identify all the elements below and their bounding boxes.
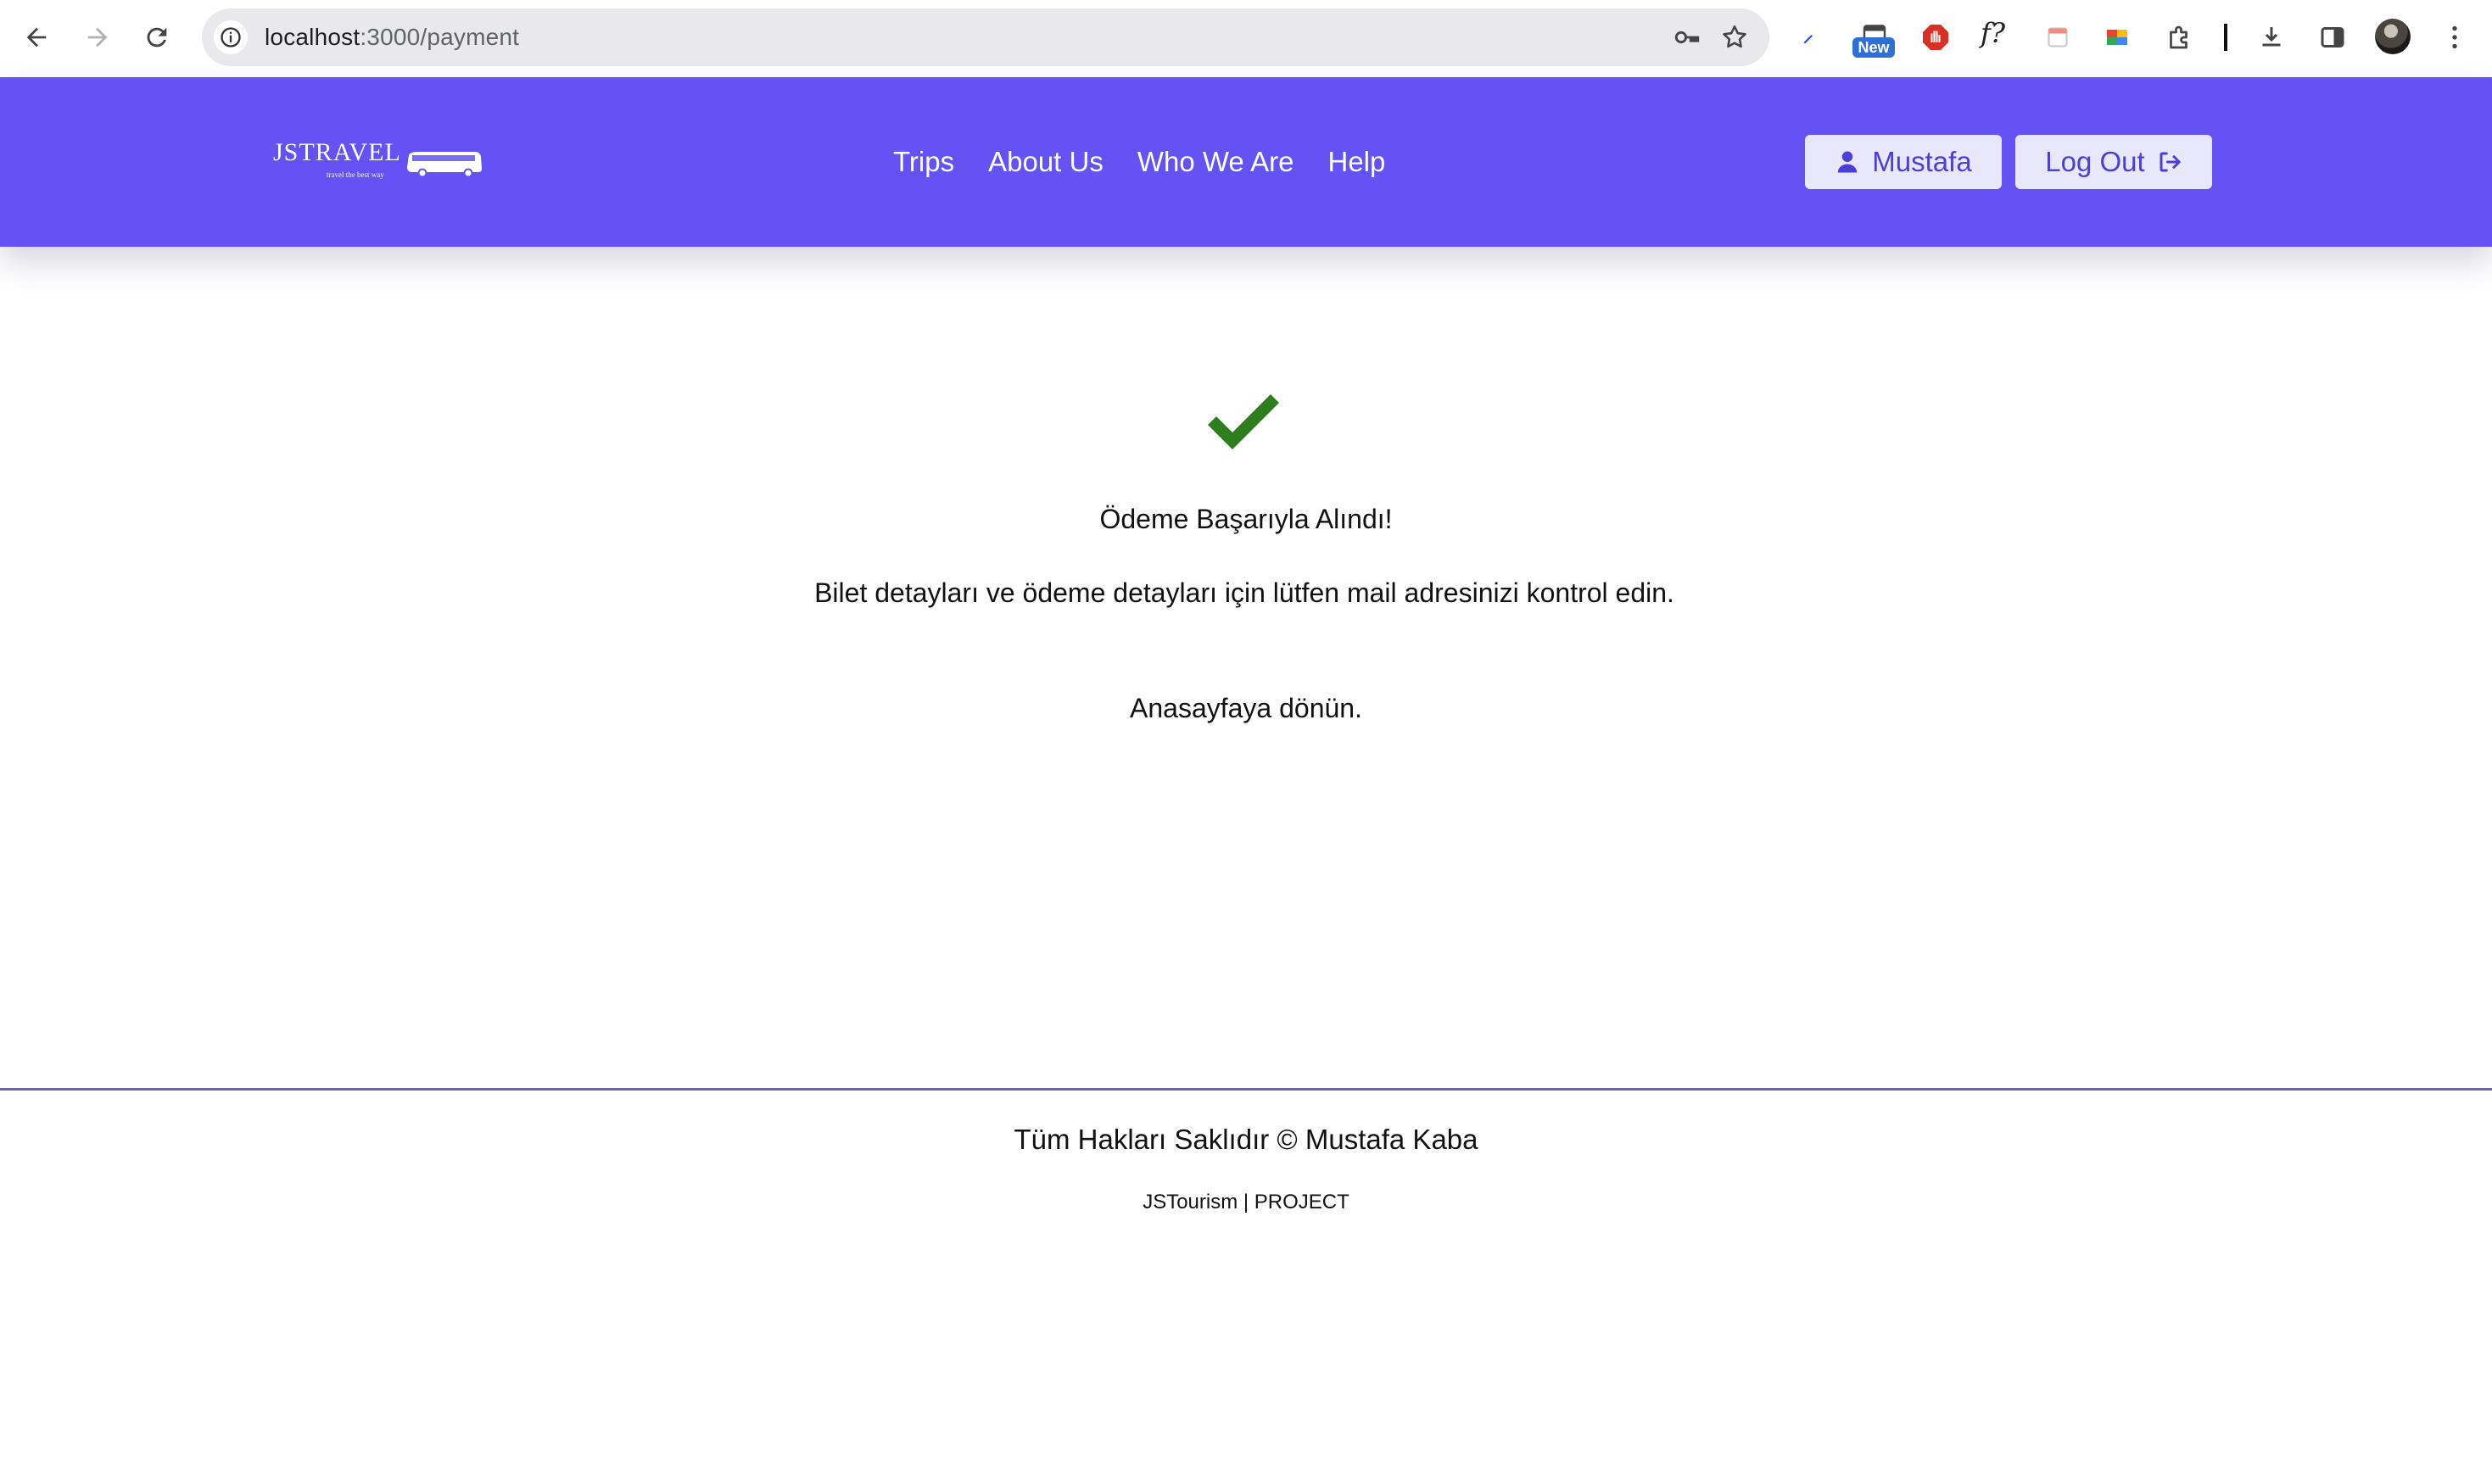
- nav-who-we-are[interactable]: Who We Are: [1137, 146, 1294, 178]
- checkmark-icon: [1208, 394, 1279, 449]
- side-panel-icon: [2321, 27, 2344, 47]
- new-badge: New: [1852, 37, 1895, 58]
- reload-icon: [147, 27, 167, 47]
- palette-icon: [2107, 30, 2127, 45]
- details-message: Bilet detayları ve ödeme detayları için …: [814, 577, 1674, 608]
- calendar-extension-button[interactable]: [2039, 19, 2076, 56]
- main-navigation: Trips About Us Who We Are Help: [893, 77, 1385, 247]
- profile-avatar[interactable]: [2375, 19, 2411, 54]
- puzzle-icon: [2170, 25, 2187, 49]
- footer-copyright: Tüm Hakları Saklıdır © Mustafa Kaba: [1014, 1124, 1478, 1155]
- user-profile-button[interactable]: Mustafa: [1805, 135, 2002, 189]
- key-icon: [1674, 31, 1700, 44]
- nav-help[interactable]: Help: [1328, 146, 1386, 178]
- bookmark-button[interactable]: [1720, 23, 1749, 52]
- function-extension-button[interactable]: f?: [1981, 17, 2005, 49]
- downloads-button[interactable]: [2253, 19, 2290, 56]
- browser-menu-button[interactable]: [2436, 19, 2473, 56]
- pen-extension-button[interactable]: [1791, 19, 1829, 56]
- hand-stop-icon: [1923, 25, 1948, 50]
- pen-icon: [1803, 35, 1813, 44]
- success-title: Ödeme Başarıyla Alındı!: [1099, 504, 1393, 534]
- url-text: localhost:3000/payment: [265, 24, 520, 50]
- logo-tagline: travel the best way: [327, 170, 384, 179]
- user-name-label: Mustafa: [1872, 146, 1972, 177]
- adblock-extension-button[interactable]: [1917, 19, 1954, 56]
- logout-label: Log Out: [2045, 146, 2145, 177]
- calendar-icon: [2048, 27, 2068, 47]
- home-link[interactable]: Anasayfaya dönün.: [0, 689, 2492, 728]
- reload-button[interactable]: [137, 18, 176, 57]
- side-panel-button[interactable]: [2314, 19, 2351, 56]
- bus-icon: [407, 152, 482, 178]
- star-icon: [1723, 25, 1746, 48]
- payment-result: Ödeme Başarıyla Alındı! Bilet detayları …: [0, 247, 2492, 1088]
- kebab-menu-icon: [2452, 25, 2457, 49]
- download-icon: [2262, 27, 2281, 47]
- address-bar[interactable]: localhost:3000/payment: [202, 8, 1769, 66]
- color-extension-button[interactable]: [2098, 19, 2136, 56]
- nav-about-us[interactable]: About Us: [988, 146, 1104, 178]
- logo-text: JSTRAVEL: [273, 138, 401, 166]
- footer-project: JSTourism | PROJECT: [1143, 1191, 1349, 1213]
- arrow-left-icon: [26, 27, 47, 47]
- password-key-button[interactable]: [1673, 23, 1701, 52]
- user-icon: [1838, 151, 1858, 173]
- browser-toolbar: localhost:3000/payment New f?: [0, 0, 2492, 76]
- nav-trips[interactable]: Trips: [893, 146, 954, 178]
- footer-divider: [0, 1088, 2492, 1091]
- forward-button[interactable]: [78, 18, 117, 57]
- site-logo[interactable]: JSTRAVEL travel the best way: [273, 138, 485, 189]
- arrow-right-icon: [87, 27, 108, 47]
- back-button[interactable]: [17, 18, 56, 57]
- site-info-button[interactable]: [214, 20, 248, 54]
- toolbar-separator: [2224, 24, 2227, 51]
- logout-icon: [2160, 152, 2181, 172]
- logout-button[interactable]: Log Out: [2015, 135, 2212, 189]
- info-icon: [221, 27, 241, 47]
- extensions-button[interactable]: [2161, 19, 2199, 56]
- site-header: JSTRAVEL travel the best way Trips About…: [0, 77, 2492, 247]
